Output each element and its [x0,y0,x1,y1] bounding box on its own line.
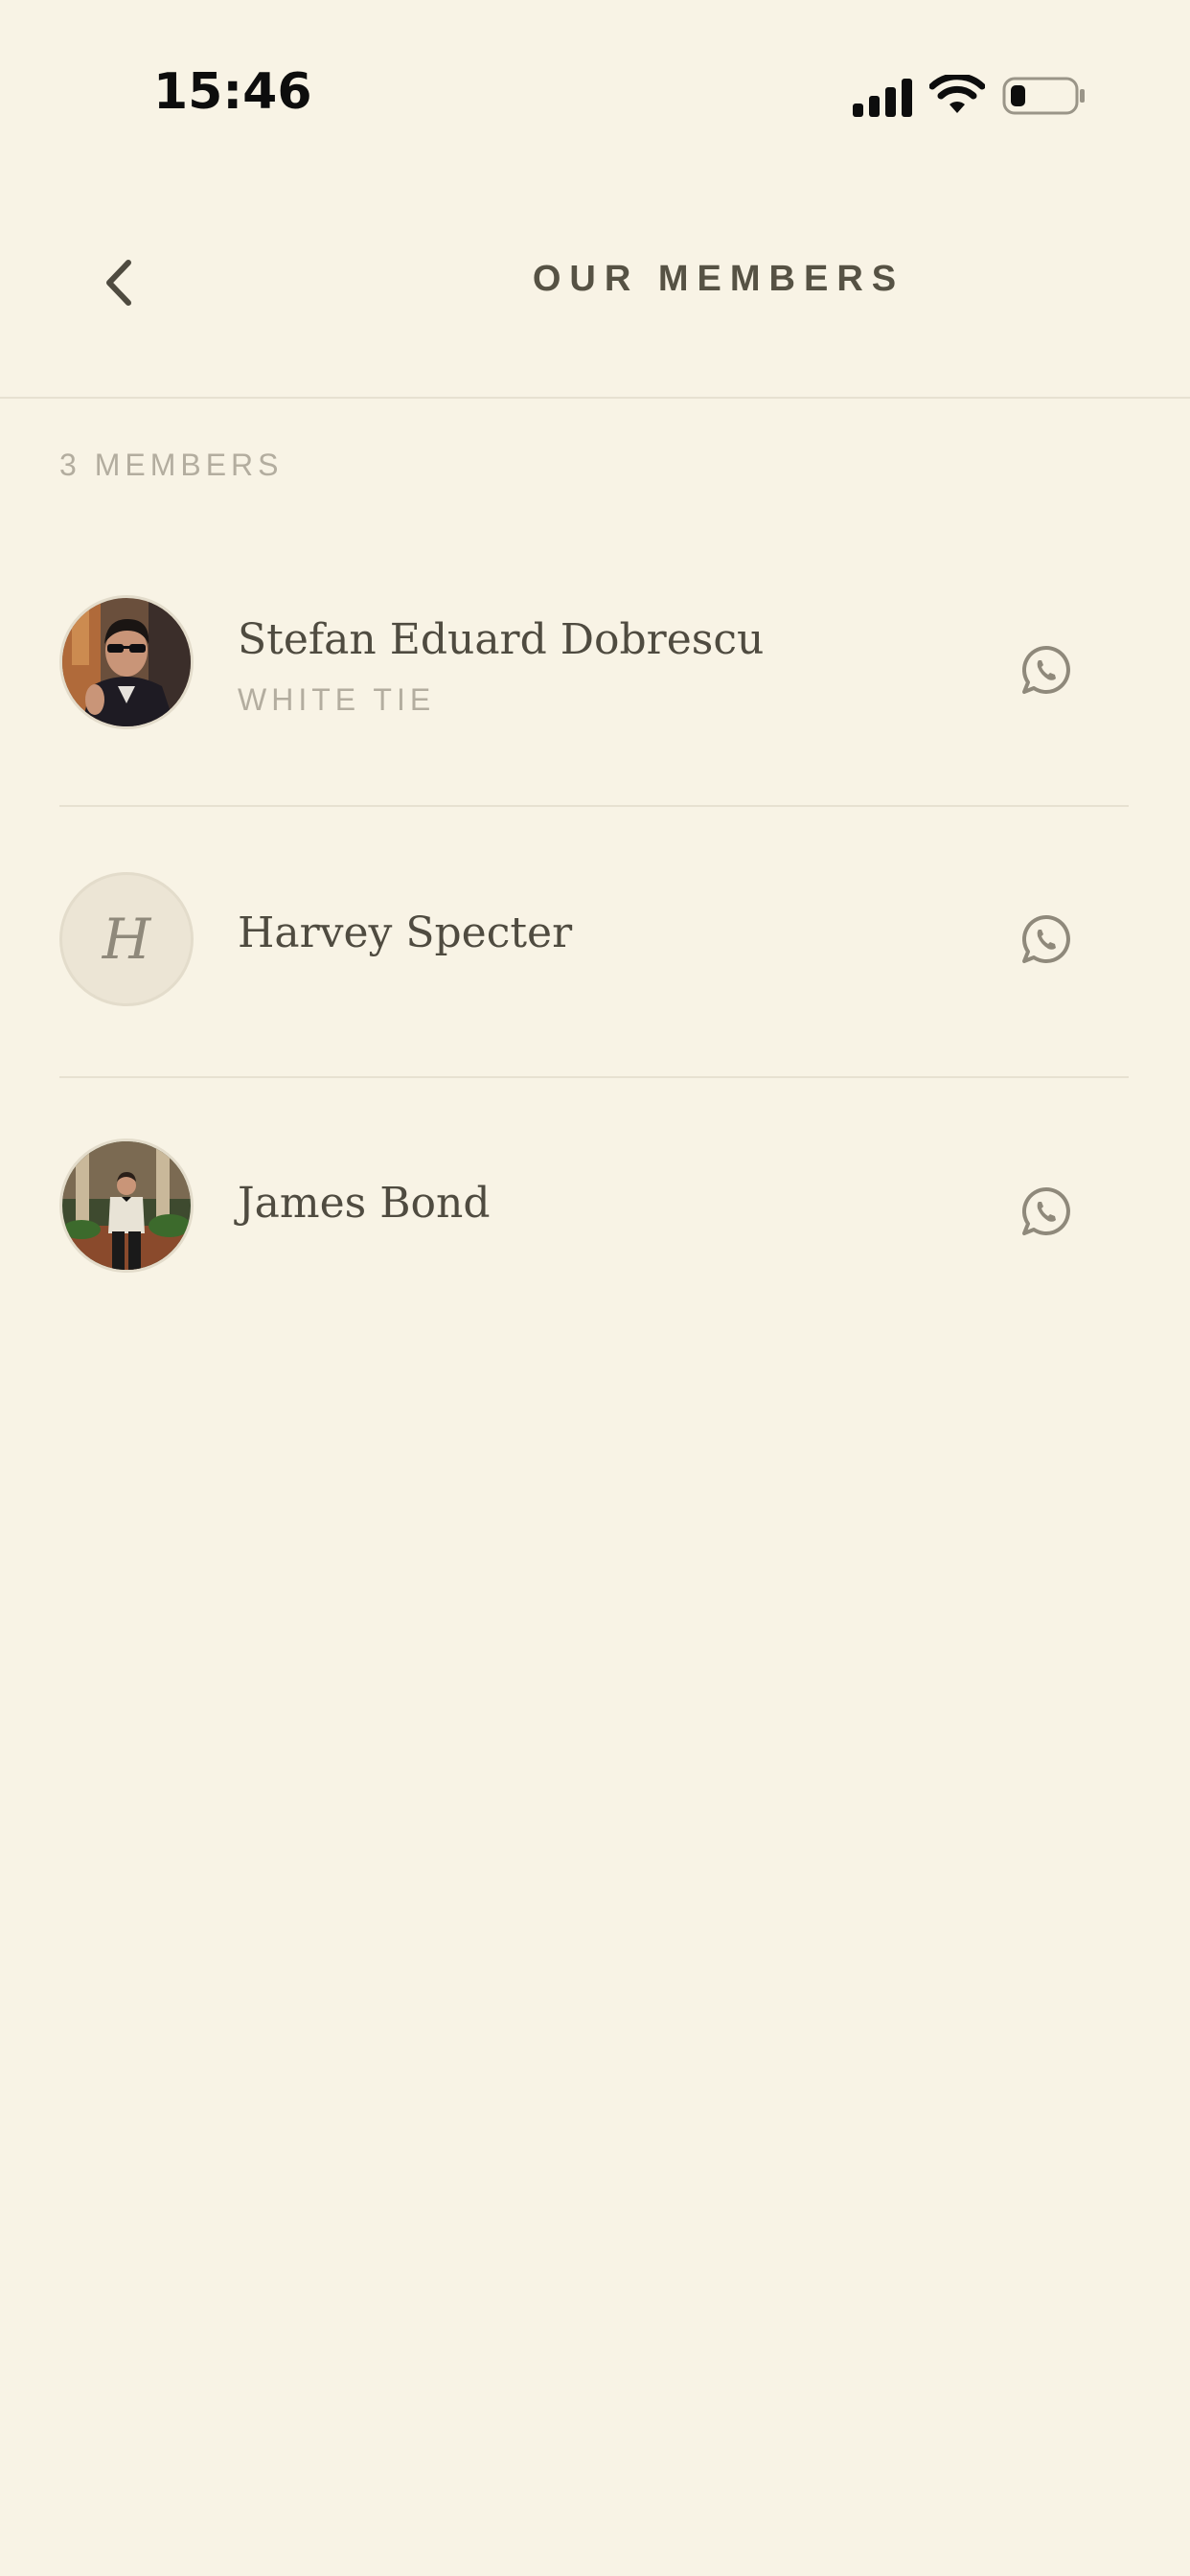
battery-icon [1002,77,1085,115]
member-row[interactable]: H Harvey Specter [59,805,1129,1078]
avatar [59,1138,194,1273]
member-tag: WHITE TIE [238,682,436,717]
member-name: Stefan Eduard Dobrescu [238,615,765,664]
member-row[interactable]: James Bond [59,1076,1129,1347]
wifi-icon [929,75,985,113]
whatsapp-button[interactable] [1019,912,1073,966]
status-bar: 15:46 [0,0,1190,192]
avatar [59,595,194,729]
cellular-signal-icon [853,79,912,117]
whatsapp-icon [1022,914,1070,963]
whatsapp-button[interactable] [1019,1184,1073,1238]
whatsapp-icon [1022,645,1070,694]
member-name: Harvey Specter [238,908,573,957]
avatar: H [59,872,194,1006]
status-time: 15:46 [153,63,312,121]
member-row[interactable]: Stefan Eduard Dobrescu WHITE TIE [59,534,1129,807]
whatsapp-button[interactable] [1019,643,1073,697]
members-count: 3 MEMBERS [59,448,284,482]
member-name: James Bond [238,1179,491,1228]
page-title: OUR MEMBERS [532,259,905,299]
nav-bar: OUR MEMBERS [0,192,1190,399]
whatsapp-icon [1022,1186,1070,1235]
